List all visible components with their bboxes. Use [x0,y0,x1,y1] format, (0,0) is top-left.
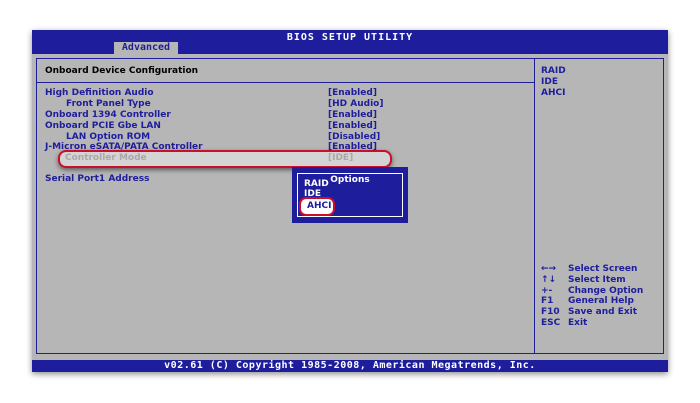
key-desc-change-option: Change Option [568,286,644,296]
page-title: Onboard Device Configuration [45,66,199,76]
option-raid[interactable]: RAID [304,179,329,189]
popup-title: Options [327,175,373,185]
item-front-panel-type[interactable]: Front Panel Type [66,99,151,109]
key-desc-select-screen: Select Screen [568,264,638,274]
key-f1: F1 [541,296,554,306]
tab-advanced[interactable]: Advanced [114,42,178,54]
option-ahci-selected[interactable]: AHCI [299,197,335,216]
value-lan-option-rom: [Disabled] [328,132,381,142]
option-ahci: AHCI [307,201,332,211]
key-desc-save-exit: Save and Exit [568,307,638,317]
value-hd-audio: [Enabled] [328,88,377,98]
key-up-down-icon: ↑↓ [541,275,557,285]
item-serial-port1[interactable]: Serial Port1 Address [45,174,149,184]
panel-divider [534,58,535,354]
help-option-raid: RAID [541,66,566,76]
help-option-ide: IDE [541,77,558,87]
copyright-bar: v02.61 (C) Copyright 1985-2008, American… [32,360,668,372]
options-popup: Options RAID IDE AHCI [292,167,408,223]
item-controller-mode[interactable]: Controller Mode [65,153,147,163]
value-controller-mode: [IDE] [328,153,354,163]
bios-screen: BIOS SETUP UTILITY Advanced Onboard Devi… [32,30,668,372]
heading-separator [36,82,534,83]
key-desc-general-help: General Help [568,296,634,306]
value-front-panel-type: [HD Audio] [328,99,384,109]
key-left-right-icon: ←→ [541,264,557,274]
key-desc-exit: Exit [568,318,588,328]
help-option-ahci: AHCI [541,88,566,98]
key-desc-select-item: Select Item [568,275,626,285]
key-f10: F10 [541,307,560,317]
title-bar: BIOS SETUP UTILITY Advanced [32,30,668,54]
item-hd-audio[interactable]: High Definition Audio [45,88,154,98]
key-plus-minus: +- [541,286,553,296]
value-1394-controller: [Enabled] [328,110,377,120]
item-lan-option-rom[interactable]: LAN Option ROM [66,132,150,142]
value-pcie-gbe-lan: [Enabled] [328,121,377,131]
item-pcie-gbe-lan[interactable]: Onboard PCIE Gbe LAN [45,121,161,131]
key-esc: ESC [541,318,561,328]
item-1394-controller[interactable]: Onboard 1394 Controller [45,110,171,120]
